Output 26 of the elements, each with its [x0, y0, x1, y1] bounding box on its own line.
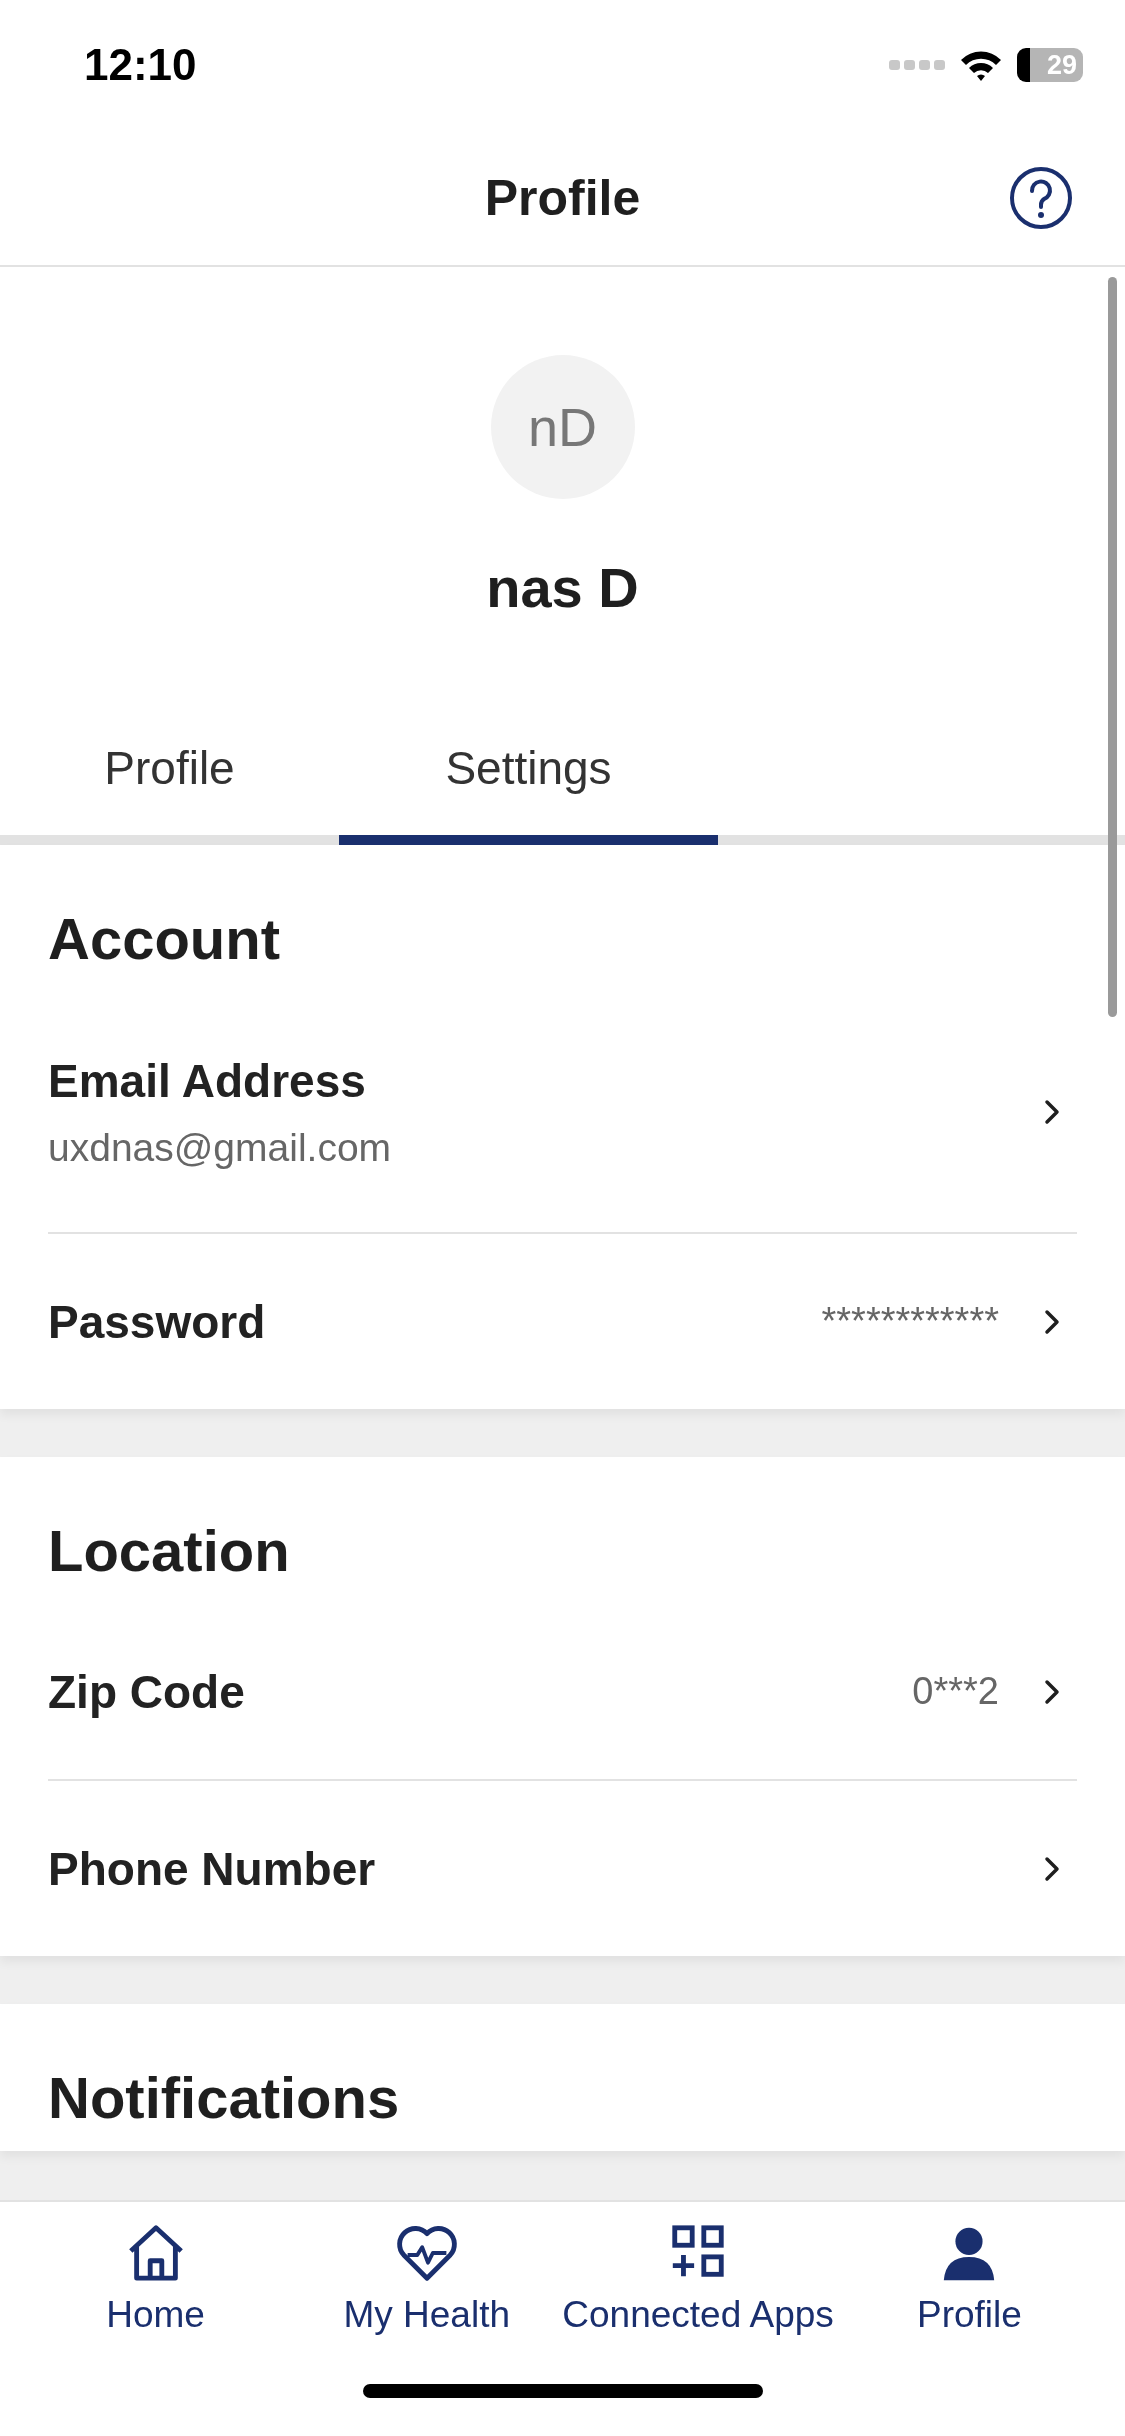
status-time: 12:10: [84, 40, 197, 90]
row-value: 0***2: [912, 1670, 999, 1713]
row-value: ************: [821, 1300, 999, 1343]
help-icon[interactable]: [1009, 166, 1073, 230]
tab[interactable]: Profile: [0, 700, 339, 845]
section-heading: Location: [48, 1517, 291, 1585]
row-label: Zip Code: [48, 1664, 245, 1719]
screen-title: Profile: [484, 168, 641, 227]
battery-percent: 29: [1046, 49, 1077, 81]
row-label: Email Address: [48, 1054, 367, 1108]
avatar: nD: [490, 355, 635, 499]
row-value: uxdnas@gmail.com: [48, 1126, 392, 1170]
row-label: Phone Number: [48, 1841, 376, 1896]
nav-tab[interactable]: Home: [20, 2202, 292, 2372]
section-heading: Account: [48, 905, 281, 973]
settings-row[interactable]: Email Address uxdnas@gmail.com: [48, 992, 1077, 1234]
nav-tab[interactable]: Profile: [833, 2202, 1105, 2372]
settings-row[interactable]: Phone Number: [48, 1781, 1077, 1956]
nav-tab[interactable]: My Health: [291, 2202, 563, 2372]
settings-row[interactable]: Password ************: [48, 1234, 1077, 1409]
nav-tab[interactable]: Connected Apps: [562, 2202, 834, 2372]
settings-row[interactable]: Zip Code 0***2: [48, 1604, 1077, 1781]
signal-icon: [889, 58, 945, 72]
row-label: Password: [48, 1294, 266, 1349]
user-name: nas D: [486, 555, 639, 620]
section-heading: Notifications: [48, 2064, 401, 2132]
